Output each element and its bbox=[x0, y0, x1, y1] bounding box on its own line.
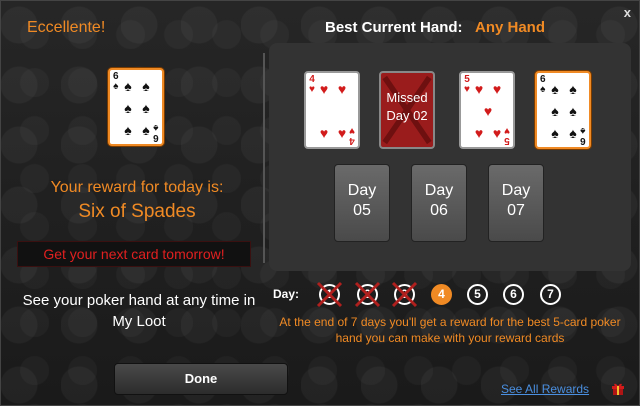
day-number: 2 bbox=[364, 287, 371, 301]
reward-dialog: x Eccellente! 6 ♠ ♠ ♠ ♠ ♠ ♠ ♠ 6 ♠ Your r… bbox=[0, 0, 640, 406]
reward-label: Your reward for today is: bbox=[50, 179, 224, 196]
spade-icon: ♠ bbox=[551, 125, 559, 141]
pending-day-slot: Day 07 bbox=[488, 164, 544, 242]
card-pips: ♥ ♥ ♥ ♥ bbox=[316, 81, 348, 141]
spade-icon: ♠ bbox=[142, 78, 150, 94]
see-hand-hint: See your poker hand at any time in My Lo… bbox=[22, 292, 256, 330]
heart-icon: ♥ bbox=[319, 125, 329, 141]
heart-icon: ♥ bbox=[349, 125, 355, 136]
card-pips: ♠ ♠ ♠ ♠ ♠ ♠ bbox=[547, 81, 579, 141]
day-number: 4 bbox=[438, 287, 445, 301]
done-button[interactable]: Done bbox=[114, 363, 288, 395]
spade-icon: ♠ bbox=[113, 81, 119, 92]
card-rank: 5 bbox=[504, 135, 510, 146]
spade-icon: ♠ bbox=[142, 122, 150, 138]
hand-card-six-of-spades: 6 ♠ ♠ ♠ ♠ ♠ ♠ ♠ 6 ♠ bbox=[535, 71, 591, 149]
heart-icon: ♥ bbox=[337, 125, 347, 141]
day-slot-number: 05 bbox=[353, 202, 371, 219]
day-number: 6 bbox=[510, 287, 517, 301]
divider bbox=[263, 53, 265, 263]
day-slot-number: 07 bbox=[507, 202, 525, 219]
card-corner-bottom: 6 ♠ bbox=[153, 122, 159, 143]
spade-icon: ♠ bbox=[540, 84, 546, 95]
heart-icon: ♥ bbox=[492, 81, 502, 97]
day-marker-upcoming: 5 bbox=[467, 284, 488, 305]
card-corner-top: 6 ♠ bbox=[113, 72, 119, 92]
heart-icon: ♥ bbox=[309, 84, 315, 95]
spade-icon: ♠ bbox=[124, 122, 132, 138]
day-marker-missed: 3 bbox=[391, 281, 418, 308]
next-card-notice: Get your next card tomorrow! bbox=[17, 241, 251, 267]
missed-day-card: Missed Day 02 bbox=[379, 71, 435, 149]
card-pips: ♠ ♠ ♠ ♠ ♠ ♠ bbox=[120, 78, 152, 138]
spade-icon: ♠ bbox=[569, 103, 577, 119]
heart-icon: ♥ bbox=[483, 103, 493, 119]
card-pips: ♥ ♥ ♥ ♥ ♥ bbox=[471, 81, 503, 141]
spade-icon: ♠ bbox=[124, 100, 132, 116]
spade-icon: ♠ bbox=[551, 103, 559, 119]
card-corner-bottom: 6 ♠ bbox=[580, 125, 586, 146]
reward-footnote: At the end of 7 days you'll get a reward… bbox=[279, 315, 621, 345]
day-slot-label: Day bbox=[501, 182, 531, 199]
card-corner-bottom: 5 ♥ bbox=[504, 125, 510, 146]
hand-card-four-of-hearts: 4 ♥ ♥ ♥ ♥ ♥ 4 ♥ bbox=[304, 71, 360, 149]
missed-label: Missed bbox=[386, 90, 428, 105]
day-marker-upcoming: 6 bbox=[503, 284, 524, 305]
day-slot-number: 06 bbox=[430, 202, 448, 219]
spade-icon: ♠ bbox=[124, 78, 132, 94]
card-rank: 6 bbox=[580, 135, 586, 146]
spade-icon: ♠ bbox=[580, 125, 586, 136]
see-all-rewards-link[interactable]: See All Rewards bbox=[501, 382, 589, 396]
day-tracker-label: Day: bbox=[273, 287, 300, 301]
best-hand-value: Any Hand bbox=[475, 19, 546, 36]
congrats-heading: Eccellente! bbox=[27, 19, 106, 36]
pending-day-slot: Day 05 bbox=[334, 164, 390, 242]
spade-icon: ♠ bbox=[569, 125, 577, 141]
heart-icon: ♥ bbox=[504, 125, 510, 136]
card-rank: 4 bbox=[349, 135, 355, 146]
day-marker-current: 4 bbox=[431, 284, 452, 305]
heart-icon: ♥ bbox=[337, 81, 347, 97]
card-corner-top: 6 ♠ bbox=[540, 75, 546, 95]
day-slot-label: Day bbox=[424, 182, 454, 199]
reward-card-six-of-spades: 6 ♠ ♠ ♠ ♠ ♠ ♠ ♠ 6 ♠ bbox=[108, 68, 164, 146]
day-slot-label: Day bbox=[347, 182, 377, 199]
heart-icon: ♥ bbox=[474, 81, 484, 97]
reward-card-name: Six of Spades bbox=[78, 201, 196, 222]
day-number: 7 bbox=[547, 287, 554, 301]
spade-icon: ♠ bbox=[153, 122, 159, 133]
day-marker-upcoming: 7 bbox=[540, 284, 561, 305]
missed-day-number: Day 02 bbox=[386, 108, 428, 123]
day-marker-missed: 2 bbox=[354, 281, 381, 308]
best-hand-label: Best Current Hand: bbox=[325, 19, 463, 36]
day-number: 1 bbox=[326, 287, 333, 301]
day-number: 3 bbox=[401, 287, 408, 301]
close-button[interactable]: x bbox=[624, 5, 631, 20]
spade-icon: ♠ bbox=[569, 81, 577, 97]
gift-icon[interactable] bbox=[611, 381, 625, 395]
spade-icon: ♠ bbox=[142, 100, 150, 116]
spade-icon: ♠ bbox=[551, 81, 559, 97]
card-corner-top: 5 ♥ bbox=[464, 75, 470, 95]
heart-icon: ♥ bbox=[492, 125, 502, 141]
day-number: 5 bbox=[474, 287, 481, 301]
card-corner-bottom: 4 ♥ bbox=[349, 125, 355, 146]
heart-icon: ♥ bbox=[464, 84, 470, 95]
missed-day-text: Missed Day 02 bbox=[381, 89, 433, 125]
heart-icon: ♥ bbox=[474, 125, 484, 141]
pending-day-slot: Day 06 bbox=[411, 164, 467, 242]
day-marker-missed: 1 bbox=[316, 281, 343, 308]
hand-card-five-of-hearts: 5 ♥ ♥ ♥ ♥ ♥ ♥ 5 ♥ bbox=[459, 71, 515, 149]
heart-icon: ♥ bbox=[319, 81, 329, 97]
card-rank: 6 bbox=[153, 132, 159, 143]
card-corner-top: 4 ♥ bbox=[309, 75, 315, 95]
